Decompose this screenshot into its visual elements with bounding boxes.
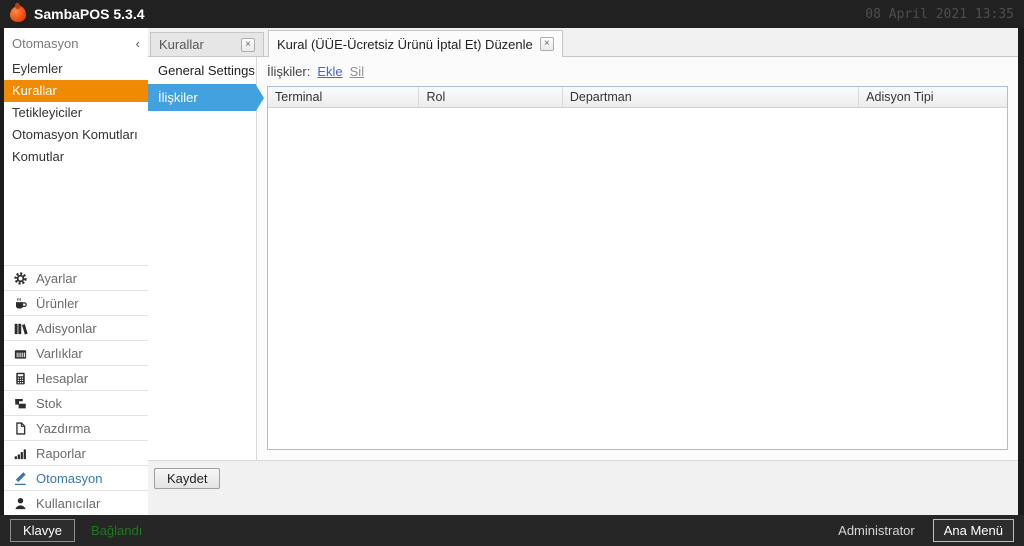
column-header-adisyon-tipi[interactable]: Adisyon Tipi [859, 87, 1007, 107]
relations-label: İlişkiler: [267, 64, 311, 79]
settings-panel: General Settings İlişkiler [148, 57, 257, 460]
clock-datetime: 08 April 2021 13:35 [865, 6, 1014, 22]
table-header-row: Terminal Rol Departman Adisyon Tipi [268, 87, 1007, 108]
sidebar-item-tetikleyiciler[interactable]: Tetikleyiciler [4, 102, 148, 124]
module-label: Kullanıcılar [36, 495, 101, 511]
sidebar-header: Otomasyon ‹ [4, 28, 148, 58]
close-icon[interactable]: × [241, 37, 255, 52]
column-header-terminal[interactable]: Terminal [268, 87, 420, 107]
relations-table: Terminal Rol Departman Adisyon Tipi [267, 86, 1008, 450]
tab-label: Kurallar [159, 37, 204, 52]
sidebar-item-eylemler[interactable]: Eylemler [4, 58, 148, 80]
column-header-departman[interactable]: Departman [563, 87, 860, 107]
workspace: Otomasyon ‹ Eylemler Kurallar Tetikleyic… [4, 28, 1018, 515]
connection-status: Bağlandı [91, 523, 143, 538]
panel-item-general-settings[interactable]: General Settings [148, 57, 256, 84]
module-ayarlar[interactable]: Ayarlar [4, 265, 148, 290]
bar-chart-icon [10, 446, 30, 461]
document-icon [10, 421, 30, 436]
panel-item-iliskiler[interactable]: İlişkiler [148, 84, 256, 111]
delete-link[interactable]: Sil [350, 64, 364, 79]
module-label: Otomasyon [36, 470, 103, 486]
module-varliklar[interactable]: Varlıklar [4, 340, 148, 365]
tab-kurallar[interactable]: Kurallar × [150, 32, 264, 56]
keyboard-button[interactable]: Klavye [10, 519, 76, 542]
tab-label: Kural (ÜÜE-Ücretsiz Ürünü İptal Et) Düze… [277, 36, 533, 52]
module-label: Raporlar [36, 445, 86, 461]
page-footer: Kaydet [148, 460, 1018, 515]
sidebar: Otomasyon ‹ Eylemler Kurallar Tetikleyic… [4, 28, 148, 515]
title-bar: SambaPOS 5.3.4 08 April 2021 13:35 [0, 0, 1024, 28]
gear-icon [10, 271, 30, 286]
module-urunler[interactable]: Ürünler [4, 290, 148, 315]
save-button[interactable]: Kaydet [154, 468, 221, 489]
status-bar: Klavye Bağlandı Administrator Ana Menü [0, 515, 1024, 546]
coffee-cup-icon [10, 296, 30, 311]
sidebar-item-kurallar[interactable]: Kurallar [4, 80, 148, 102]
module-label: Ürünler [36, 295, 79, 311]
calculator-icon [10, 371, 30, 386]
books-icon [10, 321, 30, 336]
module-label: Stok [36, 395, 63, 411]
module-yazdirma[interactable]: Yazdırma [4, 415, 148, 440]
relations-toolbar: İlişkiler: Ekle Sil [267, 64, 1008, 79]
tab-strip: Kurallar × Kural (ÜÜE-Ücretsiz Ürünü İpt… [148, 28, 1018, 57]
logged-in-user: Administrator [838, 523, 915, 538]
person-icon [10, 496, 30, 511]
sidebar-header-label: Otomasyon [12, 35, 79, 51]
relations-content: İlişkiler: Ekle Sil Terminal Rol Departm… [257, 57, 1018, 460]
module-label: Hesaplar [36, 370, 89, 386]
tab-page: General Settings İlişkiler İlişkiler: Ek… [148, 56, 1018, 460]
add-link[interactable]: Ekle [317, 64, 342, 79]
module-label: Yazdırma [36, 420, 91, 436]
module-kullanicilar[interactable]: Kullanıcılar [4, 490, 148, 515]
table-body-empty [268, 108, 1007, 449]
main-area: Kurallar × Kural (ÜÜE-Ücretsiz Ürünü İpt… [148, 28, 1018, 515]
module-stok[interactable]: Stok [4, 390, 148, 415]
sidebar-item-komutlar[interactable]: Komutlar [4, 146, 148, 168]
main-menu-button[interactable]: Ana Menü [932, 519, 1014, 542]
module-hesaplar[interactable]: Hesaplar [4, 365, 148, 390]
module-label: Varlıklar [36, 345, 83, 361]
module-label: Ayarlar [36, 270, 77, 286]
pencil-icon [10, 471, 30, 486]
cash-register-icon [10, 346, 30, 361]
close-icon[interactable]: × [539, 37, 554, 51]
column-header-rol[interactable]: Rol [419, 87, 563, 107]
sidebar-item-otomasyon-komutlari[interactable]: Otomasyon Komutları [4, 124, 148, 146]
module-otomasyon[interactable]: Otomasyon [4, 465, 148, 490]
module-label: Adisyonlar [36, 320, 97, 336]
app-title: SambaPOS 5.3.4 [34, 6, 145, 22]
sambapos-logo-icon [10, 6, 26, 22]
tab-kural-duzenle[interactable]: Kural (ÜÜE-Ücretsiz Ürünü İptal Et) Düze… [268, 30, 563, 57]
boxes-icon [10, 396, 30, 411]
collapse-chevron-icon[interactable]: ‹ [136, 36, 140, 51]
module-adisyonlar[interactable]: Adisyonlar [4, 315, 148, 340]
module-raporlar[interactable]: Raporlar [4, 440, 148, 465]
